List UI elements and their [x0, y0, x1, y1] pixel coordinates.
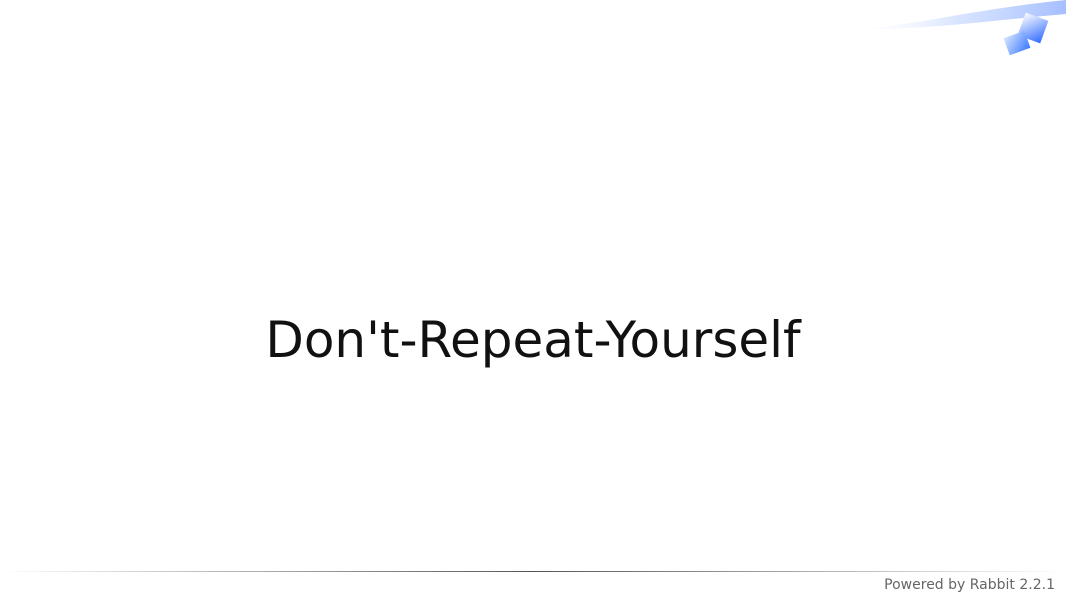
blue-squares-logo: [826, 0, 1066, 70]
slide-title: Don't-Repeat-Yourself: [265, 311, 801, 369]
footer-divider: [0, 571, 1066, 572]
footer-credit: Powered by Rabbit 2.2.1: [884, 577, 1055, 593]
slide: Don't-Repeat-Yourself Powered by Rabbit …: [0, 0, 1066, 600]
